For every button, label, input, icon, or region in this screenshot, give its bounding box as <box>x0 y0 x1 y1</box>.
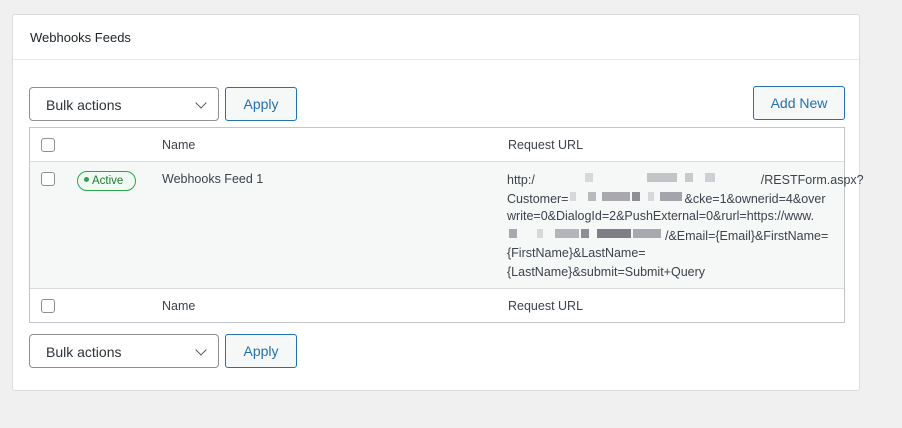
table-footer-row: Name Request URL <box>30 289 844 322</box>
url-line: http:/ /RESTForm.aspx? <box>507 170 864 189</box>
status-badge: Active <box>77 171 136 191</box>
table-row: Active Webhooks Feed 1 http:/ /RESTForm.a… <box>30 162 864 289</box>
column-footer-name[interactable]: Name <box>162 299 195 313</box>
redacted-block <box>507 226 665 240</box>
table-header-row: Name Request URL <box>30 128 844 162</box>
select-all-checkbox[interactable] <box>41 138 55 152</box>
column-header-request-url[interactable]: Request URL <box>508 138 583 152</box>
column-header-name[interactable]: Name <box>162 138 195 152</box>
url-line: Customer= &cke=1&ownerid=4&over <box>507 189 837 208</box>
url-line: {LastName}&submit=Submit+Query <box>507 264 706 279</box>
feed-name-link[interactable]: Webhooks Feed 1 <box>162 172 263 186</box>
status-dot-icon <box>84 177 89 182</box>
panel-title: Webhooks Feeds <box>13 15 859 60</box>
redacted-block <box>535 170 761 184</box>
bulk-actions-select-top[interactable]: Bulk actions <box>29 87 219 121</box>
bulk-actions-select-value: Bulk actions <box>46 97 122 113</box>
redacted-block <box>568 189 684 203</box>
chevron-down-icon <box>195 97 207 109</box>
webhooks-feeds-panel: Webhooks Feeds Bulk actions Apply Add Ne… <box>12 14 864 391</box>
chevron-down-icon <box>195 344 207 356</box>
url-segment: &cke=1&ownerid=4&over <box>684 191 826 206</box>
url-line: /&Email={Email}&FirstName= <box>507 226 837 245</box>
row-checkbox[interactable] <box>41 172 55 186</box>
url-line: write=0&DialogId=2&PushExternal=0&rurl=h… <box>507 209 815 224</box>
bulk-actions-select-value: Bulk actions <box>46 344 122 360</box>
feeds-table: Name Request URL Active Webhooks Feed 1 … <box>29 127 864 323</box>
column-footer-request-url[interactable]: Request URL <box>508 299 583 313</box>
url-segment: /RESTForm.aspx? <box>760 173 864 187</box>
select-all-checkbox-footer[interactable] <box>41 299 55 313</box>
url-segment: http:/ <box>507 173 535 187</box>
url-segment: Customer= <box>507 191 569 206</box>
bulk-actions-select-bottom[interactable]: Bulk actions <box>29 334 219 368</box>
url-line: {FirstName}&LastName= <box>507 246 646 261</box>
url-segment: /&Email={Email}&FirstName= <box>665 228 829 243</box>
status-badge-label: Active <box>92 175 124 187</box>
apply-button-top[interactable]: Apply <box>225 87 297 121</box>
request-url-cell: http:/ /RESTForm.aspx? Customer= &cke=1&ow… <box>507 170 864 282</box>
apply-button-bottom[interactable]: Apply <box>225 334 297 368</box>
add-new-button[interactable]: Add New <box>753 86 845 120</box>
